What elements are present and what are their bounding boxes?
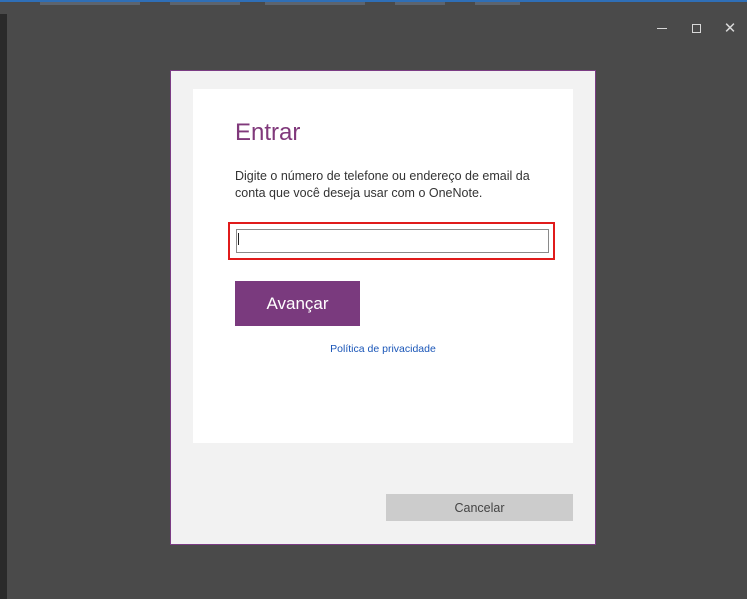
signin-description: Digite o número de telefone ou endereço … <box>235 169 530 200</box>
signin-dialog: Entrar Digite o número de telefone ou en… <box>170 70 596 545</box>
privacy-link[interactable]: Política de privacidade <box>193 343 573 355</box>
minimize-icon <box>657 27 667 29</box>
signin-window: ✕ Entrar Digite o número de telefone ou … <box>7 14 747 599</box>
maximize-icon <box>691 23 701 33</box>
signin-title: Entrar <box>235 119 301 146</box>
window-left-edge <box>0 14 7 599</box>
email-phone-input[interactable] <box>236 229 549 253</box>
background-menu-ghost <box>265 2 365 5</box>
input-highlight-box <box>228 222 555 260</box>
signin-card: Entrar Digite o número de telefone ou en… <box>193 89 573 443</box>
background-menu-ghost <box>475 2 520 5</box>
window-controls: ✕ <box>645 14 747 42</box>
cancel-button[interactable]: Cancelar <box>386 494 573 521</box>
next-button[interactable]: Avançar <box>235 281 360 326</box>
background-menu-ghost <box>40 2 140 5</box>
background-menu-ghost <box>395 2 445 5</box>
close-button[interactable]: ✕ <box>713 14 747 42</box>
background-window-strip <box>0 0 747 14</box>
maximize-button[interactable] <box>679 14 713 42</box>
close-icon: ✕ <box>723 18 737 37</box>
background-menu-ghost <box>170 2 240 5</box>
text-caret <box>238 233 239 245</box>
minimize-button[interactable] <box>645 14 679 42</box>
